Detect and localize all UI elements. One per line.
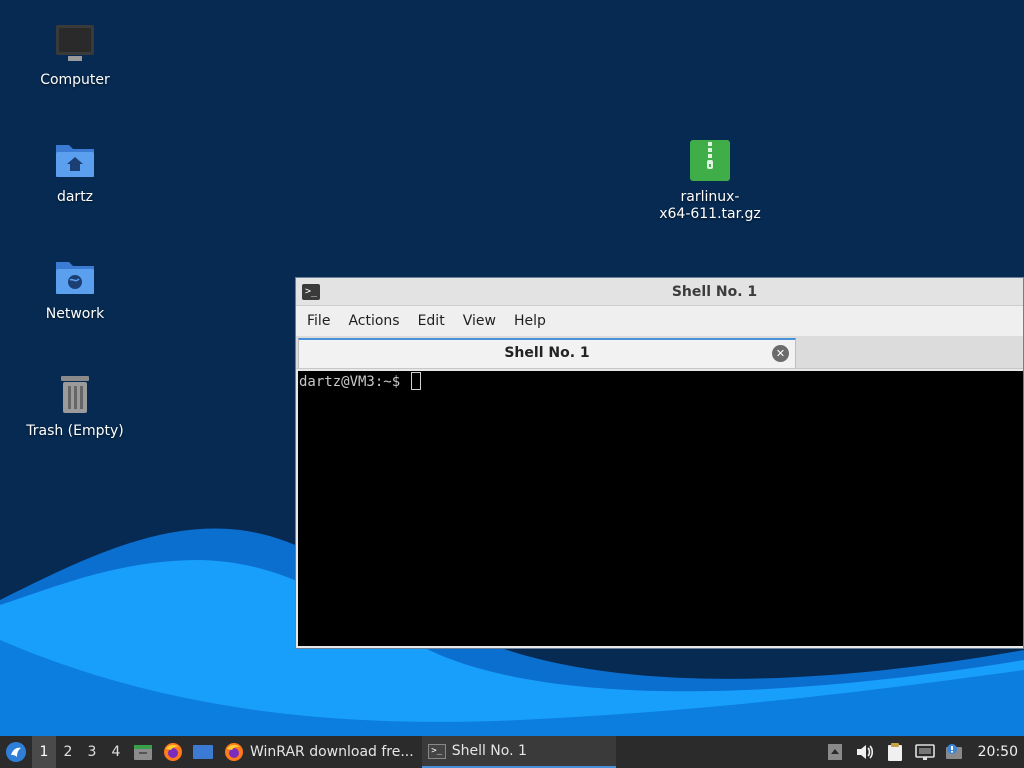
desktop-icon-home[interactable]: dartz (15, 139, 135, 206)
launcher-firefox[interactable] (158, 736, 188, 768)
tray-updates-button[interactable] (940, 736, 970, 768)
launcher-file-manager[interactable] (128, 736, 158, 768)
clock[interactable]: 20:50 (970, 744, 1024, 760)
menu-help[interactable]: Help (505, 306, 555, 336)
workspace-1[interactable]: 1 (32, 736, 56, 768)
desktop-icon-label: Trash (Empty) (26, 423, 124, 439)
workspace-3[interactable]: 3 (80, 736, 104, 768)
text-cursor (410, 372, 421, 390)
tray-network-button[interactable] (910, 736, 940, 768)
computer-icon (53, 22, 97, 66)
shell-prompt: dartz@VM3:~$ (299, 374, 409, 390)
desktop-icon-network[interactable]: Network (15, 256, 135, 323)
task-label: Shell No. 1 (451, 743, 527, 759)
system-tray: 20:50 (820, 736, 1024, 768)
task-label: WinRAR download fre... (250, 744, 414, 760)
tab-title: Shell No. 1 (504, 345, 590, 361)
launcher-show-desktop[interactable] (188, 736, 218, 768)
tray-clipboard-button[interactable] (880, 736, 910, 768)
task-firefox-window[interactable]: WinRAR download fre... (218, 736, 422, 768)
menu-edit[interactable]: Edit (409, 306, 454, 336)
desktop-icon-label-line2: x64-611.tar.gz (659, 206, 761, 222)
volume-icon (856, 745, 873, 759)
network-icon (914, 744, 935, 760)
task-terminal-window[interactable]: >_ Shell No. 1 (421, 736, 616, 768)
desktop-icon-trash[interactable]: Trash (Empty) (15, 373, 135, 440)
terminal-icon: >_ (427, 743, 446, 759)
window-title: Shell No. 1 (671, 284, 758, 300)
desktop-icon-label: Network (45, 306, 105, 322)
desktop-icon-computer[interactable]: Computer (15, 22, 135, 89)
network-folder-icon (53, 256, 97, 300)
tab-shell-1[interactable]: Shell No. 1 ✕ (298, 338, 796, 368)
file-manager-icon (134, 745, 152, 760)
menu-file[interactable]: File (298, 306, 339, 336)
tab-bar: Shell No. 1 ✕ (296, 336, 1023, 369)
desktop-icon-label: rarlinux- (680, 189, 740, 205)
archive-icon (688, 139, 732, 183)
terminal-window[interactable]: >_ Shell No. 1 File Actions Edit View He… (295, 277, 1024, 649)
firefox-icon (225, 743, 243, 761)
close-tab-icon[interactable]: ✕ (772, 345, 789, 362)
tray-show-hidden-button[interactable] (820, 736, 850, 768)
tray-volume-button[interactable] (850, 736, 880, 768)
home-folder-icon (53, 139, 97, 183)
workspace-4[interactable]: 4 (104, 736, 128, 768)
clipboard-icon (887, 743, 902, 761)
menu-view[interactable]: View (454, 306, 505, 336)
taskbar: 1 2 3 4 WinRAR download fre... >_ Shell … (0, 736, 1024, 768)
firefox-icon (164, 743, 182, 761)
menu-actions[interactable]: Actions (339, 306, 408, 336)
trash-icon (53, 373, 97, 417)
chevron-up-icon (827, 744, 842, 760)
terminal-output[interactable]: dartz@VM3:~$ (298, 371, 1023, 646)
start-menu-icon (6, 742, 26, 762)
window-titlebar[interactable]: >_ Shell No. 1 (296, 278, 1023, 306)
desktop-icon-label: Computer (40, 72, 110, 88)
desktop-icon-archive[interactable]: rarlinux- x64-611.tar.gz (650, 139, 770, 223)
app-menu-button[interactable] (0, 736, 32, 768)
workspace-2[interactable]: 2 (56, 736, 80, 768)
desktop-icon-label: dartz (56, 189, 94, 205)
menu-bar: File Actions Edit View Help (296, 306, 1023, 336)
show-desktop-icon (193, 745, 213, 759)
update-notification-icon (945, 744, 962, 759)
